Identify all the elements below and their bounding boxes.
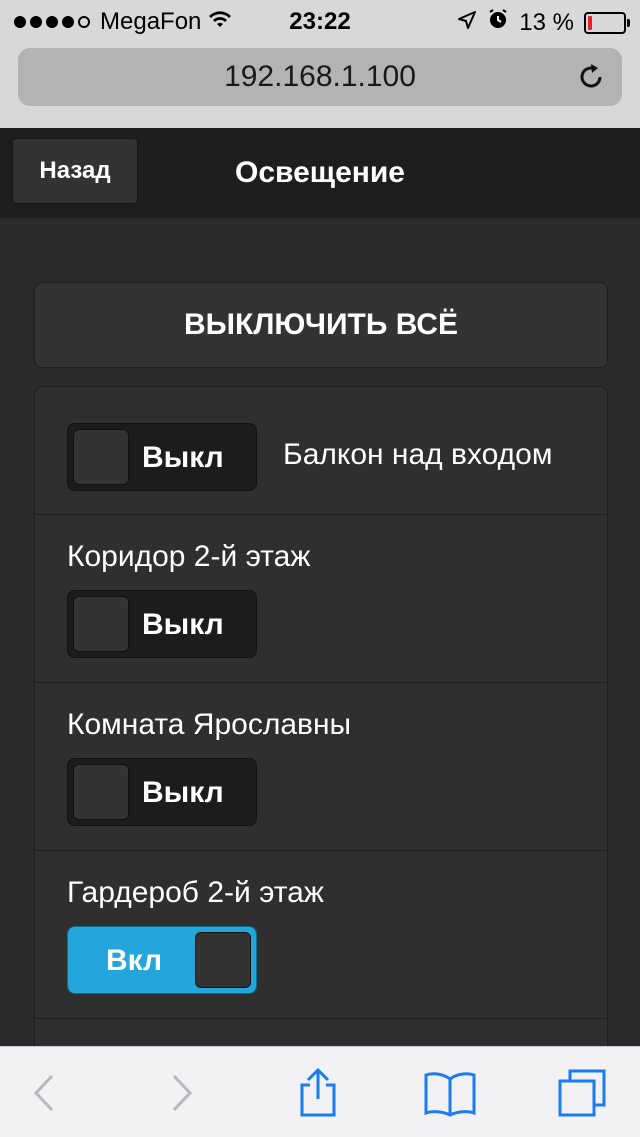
light-toggle[interactable]: Вкл [67,926,257,994]
light-item: Выкл Балкон над входом [35,387,607,515]
back-icon[interactable] [14,1067,74,1119]
toggle-knob[interactable] [195,932,251,988]
light-item: Комната Ярославны Выкл [35,683,607,851]
address-bar[interactable]: 192.168.1.100 [18,48,622,106]
light-toggle[interactable]: Выкл [67,758,257,826]
alarm-icon [487,8,509,37]
light-toggle[interactable]: Выкл [67,423,257,491]
forward-icon[interactable] [152,1067,212,1119]
light-item: Гардероб 2-й этаж Вкл [35,851,607,1019]
toggle-knob[interactable] [73,764,129,820]
browser-toolbar [0,1046,640,1137]
toggle-state-label: Вкл [106,944,163,977]
bookmarks-icon[interactable] [420,1067,480,1119]
lighting-panel: ВЫКЛЮЧИТЬ ВСЁ Выкл Балкон над входом Кор… [34,282,608,1080]
location-arrow-icon [457,9,477,37]
light-label: Балкон над входом [283,438,553,471]
light-toggle[interactable]: Выкл [67,590,257,658]
reload-icon[interactable] [576,62,606,92]
tabs-icon[interactable] [552,1067,612,1119]
toggle-state-label: Выкл [142,608,224,641]
url-text[interactable]: 192.168.1.100 [18,60,622,94]
browser-chrome: MegaFon 23:22 13 % 192.168.1.100 [0,0,640,128]
turn-all-off-button[interactable]: ВЫКЛЮЧИТЬ ВСЁ [34,282,608,368]
light-label: Комната Ярославны [67,708,352,741]
page-title: Освещение [235,156,405,189]
battery-icon [584,11,630,34]
share-icon[interactable] [288,1067,348,1119]
battery-percent: 13 % [519,8,574,36]
status-bar: MegaFon 23:22 13 % [0,0,640,44]
light-label: Гардероб 2-й этаж [67,876,324,909]
light-label: Коридор 2-й этаж [67,540,311,573]
toggle-state-label: Выкл [142,776,224,809]
status-indicators: 13 % [457,8,630,37]
app-header: Назад Освещение [0,128,640,218]
light-list: Выкл Балкон над входом Коридор 2-й этаж … [34,386,608,1080]
toggle-state-label: Выкл [142,441,224,474]
toggle-knob[interactable] [73,596,129,652]
toggle-knob[interactable] [73,429,129,485]
light-item: Коридор 2-й этаж Выкл [35,515,607,683]
